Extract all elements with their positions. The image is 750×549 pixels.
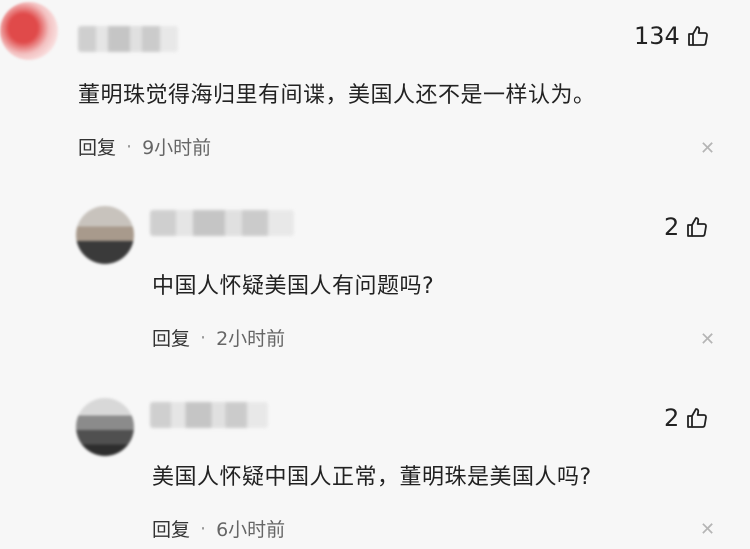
comment-text: 中国人怀疑美国人有问题吗? xyxy=(152,274,435,299)
timestamp: 2小时前 xyxy=(216,328,286,350)
avatar[interactable] xyxy=(76,398,134,456)
comment-text: 美国人怀疑中国人正常，董明珠是美国人吗? xyxy=(152,465,592,490)
comment-meta: 回复 · 2小时前 xyxy=(152,324,285,351)
like-button[interactable]: 134 xyxy=(634,22,710,50)
thumbs-up-icon xyxy=(687,217,708,237)
comment-meta: 回复 · 9小时前 xyxy=(78,133,211,160)
timestamp: 6小时前 xyxy=(216,519,286,541)
like-count: 2 xyxy=(664,213,680,241)
like-count: 134 xyxy=(634,22,680,50)
reply-button[interactable]: 回复 xyxy=(152,515,190,542)
close-icon[interactable]: ✕ xyxy=(700,329,715,350)
like-count: 2 xyxy=(664,404,680,432)
like-button[interactable]: 2 xyxy=(664,213,709,241)
username-blurred[interactable] xyxy=(150,402,268,428)
thumbs-up-icon xyxy=(687,408,708,428)
comment-text: 董明珠觉得海归里有间谍，美国人还不是一样认为。 xyxy=(78,83,596,108)
separator-dot: · xyxy=(200,517,207,540)
separator-dot: · xyxy=(126,135,133,158)
timestamp: 9小时前 xyxy=(142,137,212,159)
separator-dot: · xyxy=(200,326,207,349)
comment-meta: 回复 · 6小时前 xyxy=(152,515,285,542)
reply-button[interactable]: 回复 xyxy=(78,133,116,160)
avatar[interactable] xyxy=(76,206,134,264)
reply-button[interactable]: 回复 xyxy=(152,324,190,351)
avatar[interactable] xyxy=(0,2,58,60)
username-blurred[interactable] xyxy=(150,210,294,236)
username-blurred[interactable] xyxy=(78,26,178,52)
close-icon[interactable]: ✕ xyxy=(700,138,715,159)
like-button[interactable]: 2 xyxy=(664,404,709,432)
close-icon[interactable]: ✕ xyxy=(700,519,715,540)
thumbs-up-icon xyxy=(687,26,708,46)
